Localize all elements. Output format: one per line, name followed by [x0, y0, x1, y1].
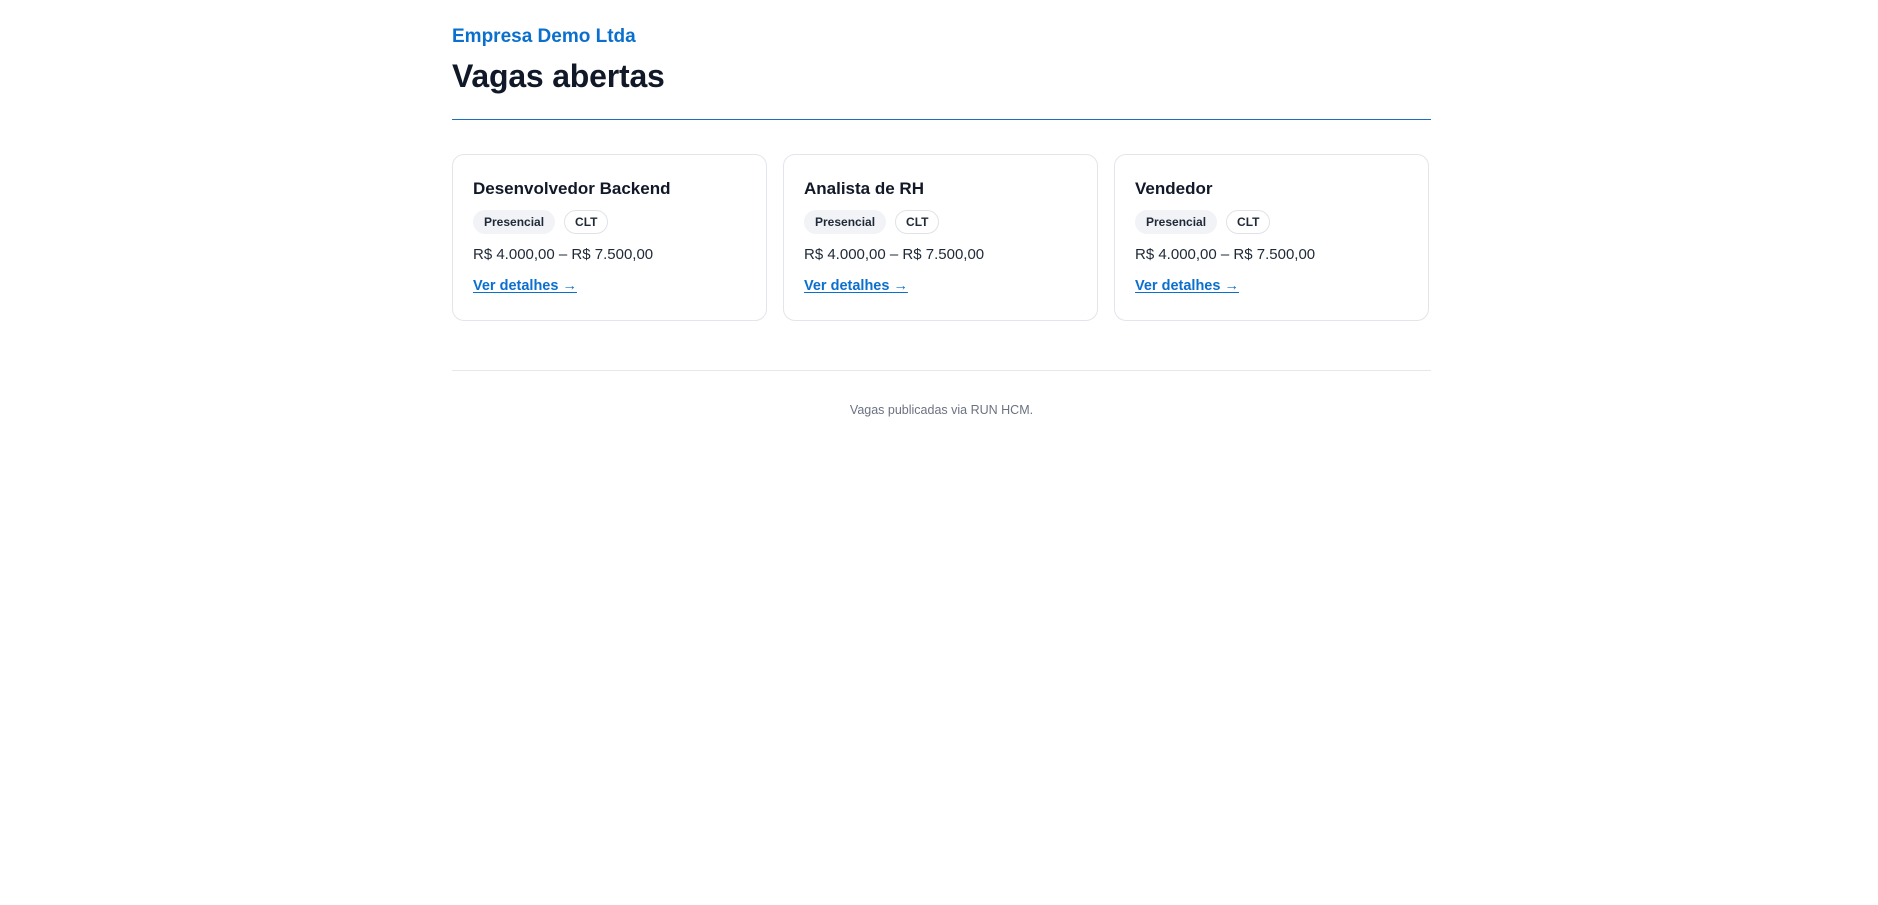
modality-badge: Presencial: [473, 210, 556, 234]
modality-badge: Presencial: [804, 210, 887, 234]
salary-range: R$ 4.000,00 – R$ 7.500,00: [804, 246, 985, 263]
page-title: Vagas abertas: [452, 58, 665, 94]
view-details-link[interactable]: Ver detalhes →: [473, 278, 577, 294]
salary-range: R$ 4.000,00 – R$ 7.500,00: [473, 246, 654, 263]
contract-badge: CLT: [1226, 210, 1271, 234]
contract-badge: CLT: [564, 210, 609, 234]
job-card-analista-de-rh: Analista de RH Presencial CLT R$ 4.000,0…: [783, 154, 1098, 321]
title-divider: [452, 119, 1431, 120]
modality-badge: Presencial: [1135, 210, 1218, 234]
footer-divider: [452, 370, 1431, 371]
job-card-desenvolvedor-backend: Desenvolvedor Backend Presencial CLT R$ …: [452, 154, 767, 321]
job-card-vendedor: Vendedor Presencial CLT R$ 4.000,00 – R$…: [1114, 154, 1429, 321]
job-title: Analista de RH: [804, 179, 924, 198]
view-details-link[interactable]: Ver detalhes →: [1135, 278, 1239, 294]
salary-range: R$ 4.000,00 – R$ 7.500,00: [1135, 246, 1316, 263]
job-tags: Presencial CLT: [473, 210, 746, 234]
job-title: Desenvolvedor Backend: [473, 179, 671, 198]
job-tags: Presencial CLT: [1135, 210, 1408, 234]
footer-text: Vagas publicadas via RUN HCM.: [849, 403, 1034, 417]
company-name: Empresa Demo Ltda: [452, 26, 636, 47]
contract-badge: CLT: [895, 210, 940, 234]
view-details-link[interactable]: Ver detalhes →: [804, 278, 908, 294]
job-tags: Presencial CLT: [804, 210, 1077, 234]
job-title: Vendedor: [1135, 179, 1213, 198]
job-list: Desenvolvedor Backend Presencial CLT R$ …: [452, 154, 1431, 321]
